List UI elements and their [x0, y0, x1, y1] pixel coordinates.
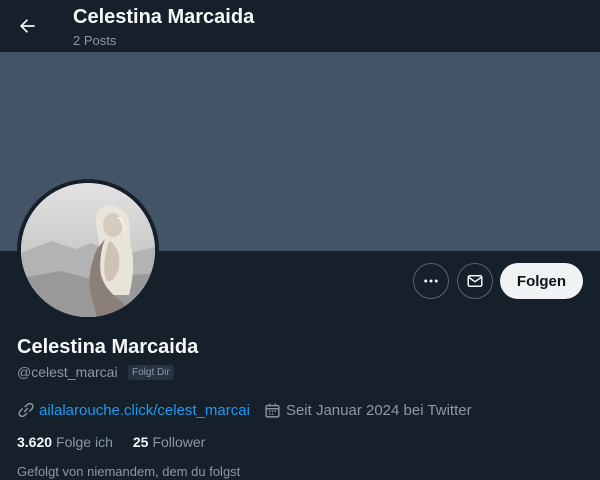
message-button[interactable] — [457, 263, 493, 299]
following-count: 3.620 — [17, 434, 53, 450]
profile-meta: ailalarouche.click/celest_marcai Seit Ja… — [17, 400, 472, 420]
followed-by-text: Gefolgt von niemandem, dem du folgst — [17, 464, 241, 479]
more-options-button[interactable] — [413, 263, 449, 299]
profile-website-link[interactable]: ailalarouche.click/celest_marcai — [39, 402, 250, 419]
more-icon — [424, 279, 438, 283]
followers-label: Follower — [152, 434, 206, 450]
post-count: 2 Posts — [73, 33, 117, 48]
avatar-image — [21, 183, 155, 317]
calendar-icon — [265, 403, 280, 418]
avatar[interactable] — [17, 179, 159, 321]
follow-stats: 3.620 Folge ich 25 Follower — [17, 434, 205, 450]
profile-name: Celestina Marcaida — [17, 336, 199, 358]
follows-you-badge: Folgt Dir — [128, 365, 174, 380]
followers-stat[interactable]: 25 Follower — [133, 434, 205, 450]
following-label: Folge ich — [56, 434, 113, 450]
back-button[interactable] — [10, 9, 44, 43]
joined-date: Seit Januar 2024 bei Twitter — [264, 402, 472, 419]
arrow-left-icon — [20, 19, 35, 33]
link-icon — [18, 402, 34, 418]
mail-icon — [467, 275, 483, 287]
header-title: Celestina Marcaida — [73, 6, 255, 28]
followers-count: 25 — [132, 434, 149, 450]
profile-handle: @celest_marcai — [17, 364, 118, 380]
top-bar: Celestina Marcaida 2 Posts — [0, 0, 600, 52]
follow-button[interactable]: Folgen — [500, 263, 583, 299]
following-stat[interactable]: 3.620 Folge ich — [17, 434, 113, 450]
joined-text: Seit Januar 2024 bei Twitter — [285, 401, 472, 419]
